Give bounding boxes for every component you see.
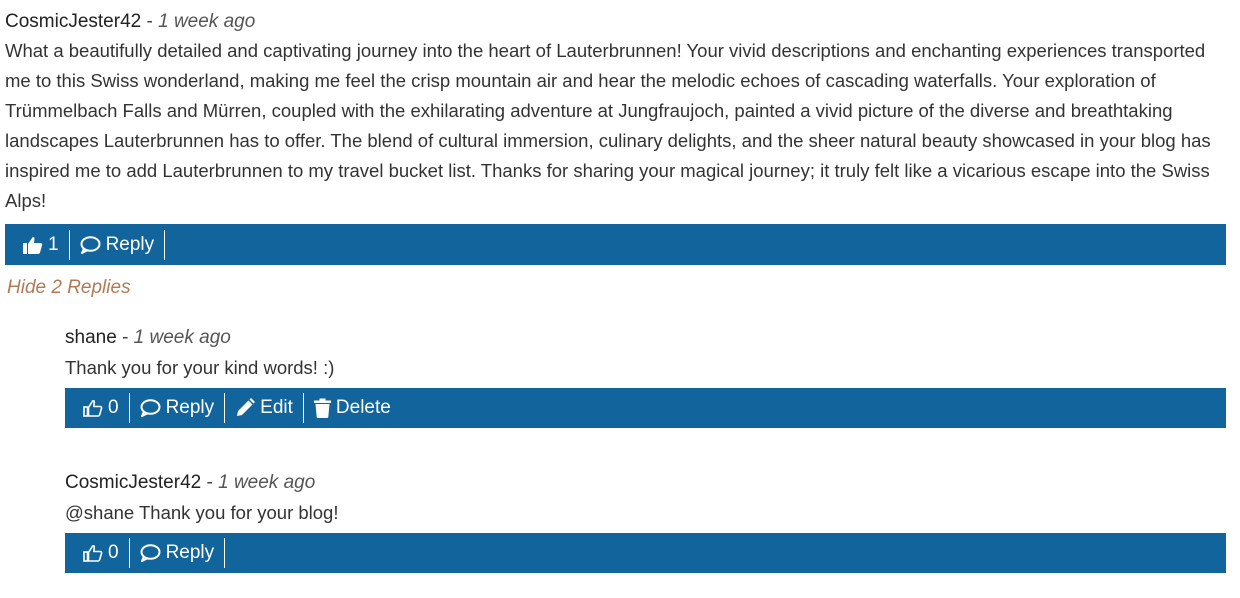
comment-time: 1 week ago — [133, 327, 231, 348]
edit-button[interactable]: Edit — [225, 393, 304, 423]
reply-button[interactable]: Reply — [130, 538, 226, 568]
thumbs-up-outline-icon — [83, 400, 103, 417]
comment-meta: CosmicJester42 - 1 week ago — [65, 471, 1226, 495]
pencil-icon — [237, 398, 256, 416]
trash-icon — [313, 398, 331, 418]
comment-time: 1 week ago — [218, 472, 316, 493]
comment-bubble-icon — [140, 399, 161, 417]
comment-meta: CosmicJester42 - 1 week ago — [5, 10, 1226, 34]
like-count: 0 — [108, 397, 119, 418]
comment-bubble-icon — [140, 544, 161, 562]
thumbs-up-outline-icon — [83, 545, 103, 562]
meta-separator: - — [146, 11, 153, 32]
comment-bubble-icon — [80, 235, 101, 254]
comment-author[interactable]: shane — [65, 327, 117, 348]
like-button[interactable]: 0 — [75, 538, 130, 568]
comment-action-bar: 0 Reply Edit Delete — [65, 388, 1226, 428]
comment-author[interactable]: CosmicJester42 — [65, 472, 201, 493]
delete-label: Delete — [335, 397, 391, 418]
comment-text: What a beautifully detailed and captivat… — [5, 40, 1211, 211]
comment-action-bar: 1 Reply — [5, 224, 1226, 265]
toggle-replies-link[interactable]: Hide 2 Replies — [7, 277, 131, 299]
comment-time: 1 week ago — [158, 11, 256, 32]
comment-meta: shane - 1 week ago — [65, 326, 1226, 350]
reply-label: Reply — [105, 233, 155, 255]
delete-button[interactable]: Delete — [304, 393, 401, 423]
reply-label: Reply — [165, 542, 215, 563]
comment-text: Thank you for your kind words! :) — [65, 357, 335, 378]
reply-button[interactable]: Reply — [130, 393, 226, 423]
like-button[interactable]: 0 — [75, 393, 130, 423]
like-button[interactable]: 1 — [15, 229, 70, 260]
comment-action-bar: 0 Reply — [65, 533, 1226, 573]
meta-separator: - — [122, 327, 129, 348]
reply-comment: shane - 1 week ago Thank you for your ki… — [65, 326, 1226, 428]
reply-comment: CosmicJester42 - 1 week ago @shane Thank… — [65, 471, 1226, 573]
like-count: 1 — [48, 233, 59, 255]
meta-separator: - — [206, 472, 213, 493]
thumbs-up-icon — [23, 236, 43, 254]
like-count: 0 — [108, 542, 119, 563]
comment-author[interactable]: CosmicJester42 — [5, 11, 141, 32]
reply-label: Reply — [165, 397, 215, 418]
comment-text: @shane Thank you for your blog! — [65, 502, 339, 523]
edit-label: Edit — [260, 397, 293, 418]
comment: CosmicJester42 - 1 week ago What a beaut… — [5, 10, 1226, 265]
reply-button[interactable]: Reply — [70, 229, 166, 260]
